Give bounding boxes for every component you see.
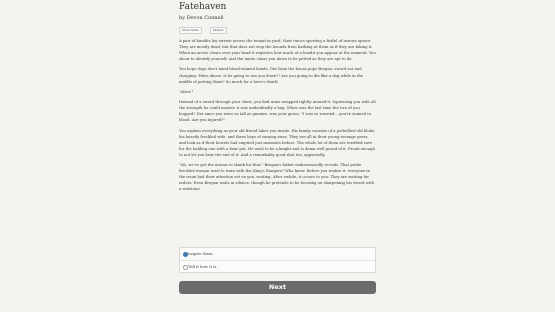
story-page: Fatehaven by Devon Connell Show Stats Re… — [179, 0, 376, 312]
story-paragraph: A pair of bandits lay strewn across the … — [179, 39, 376, 62]
choice-option-inspire[interactable]: Inspire them. — [180, 248, 375, 260]
choice-option-tell-it[interactable]: Tell it how it is. — [180, 260, 375, 272]
choice-label: Tell it how it is. — [188, 264, 218, 269]
toolbar: Show Stats Restart — [179, 27, 230, 34]
author-byline: by Devon Connell — [179, 15, 224, 21]
story-paragraph: Instead of a sword through your chest, y… — [179, 100, 376, 123]
choice-label: Inspire them. — [188, 251, 214, 256]
story-paragraph: You hope dogs don't mind blood-stained h… — [179, 67, 364, 84]
next-button[interactable]: Next — [179, 281, 376, 294]
show-stats-button[interactable]: Show Stats — [179, 27, 202, 34]
story-text: A pair of bandits lay strewn across the … — [179, 38, 376, 197]
story-paragraph: "Alice!" — [179, 89, 194, 94]
restart-button[interactable]: Restart — [209, 27, 227, 34]
choice-list: Inspire them. Tell it how it is. — [179, 247, 376, 273]
radio-button[interactable] — [183, 252, 188, 257]
radio-button[interactable] — [183, 265, 188, 270]
game-title: Fatehaven — [179, 2, 227, 12]
story-paragraph: You explain everything as your old frien… — [179, 128, 376, 157]
story-paragraph: "Ah, we've got the missus to thank for t… — [179, 163, 375, 192]
